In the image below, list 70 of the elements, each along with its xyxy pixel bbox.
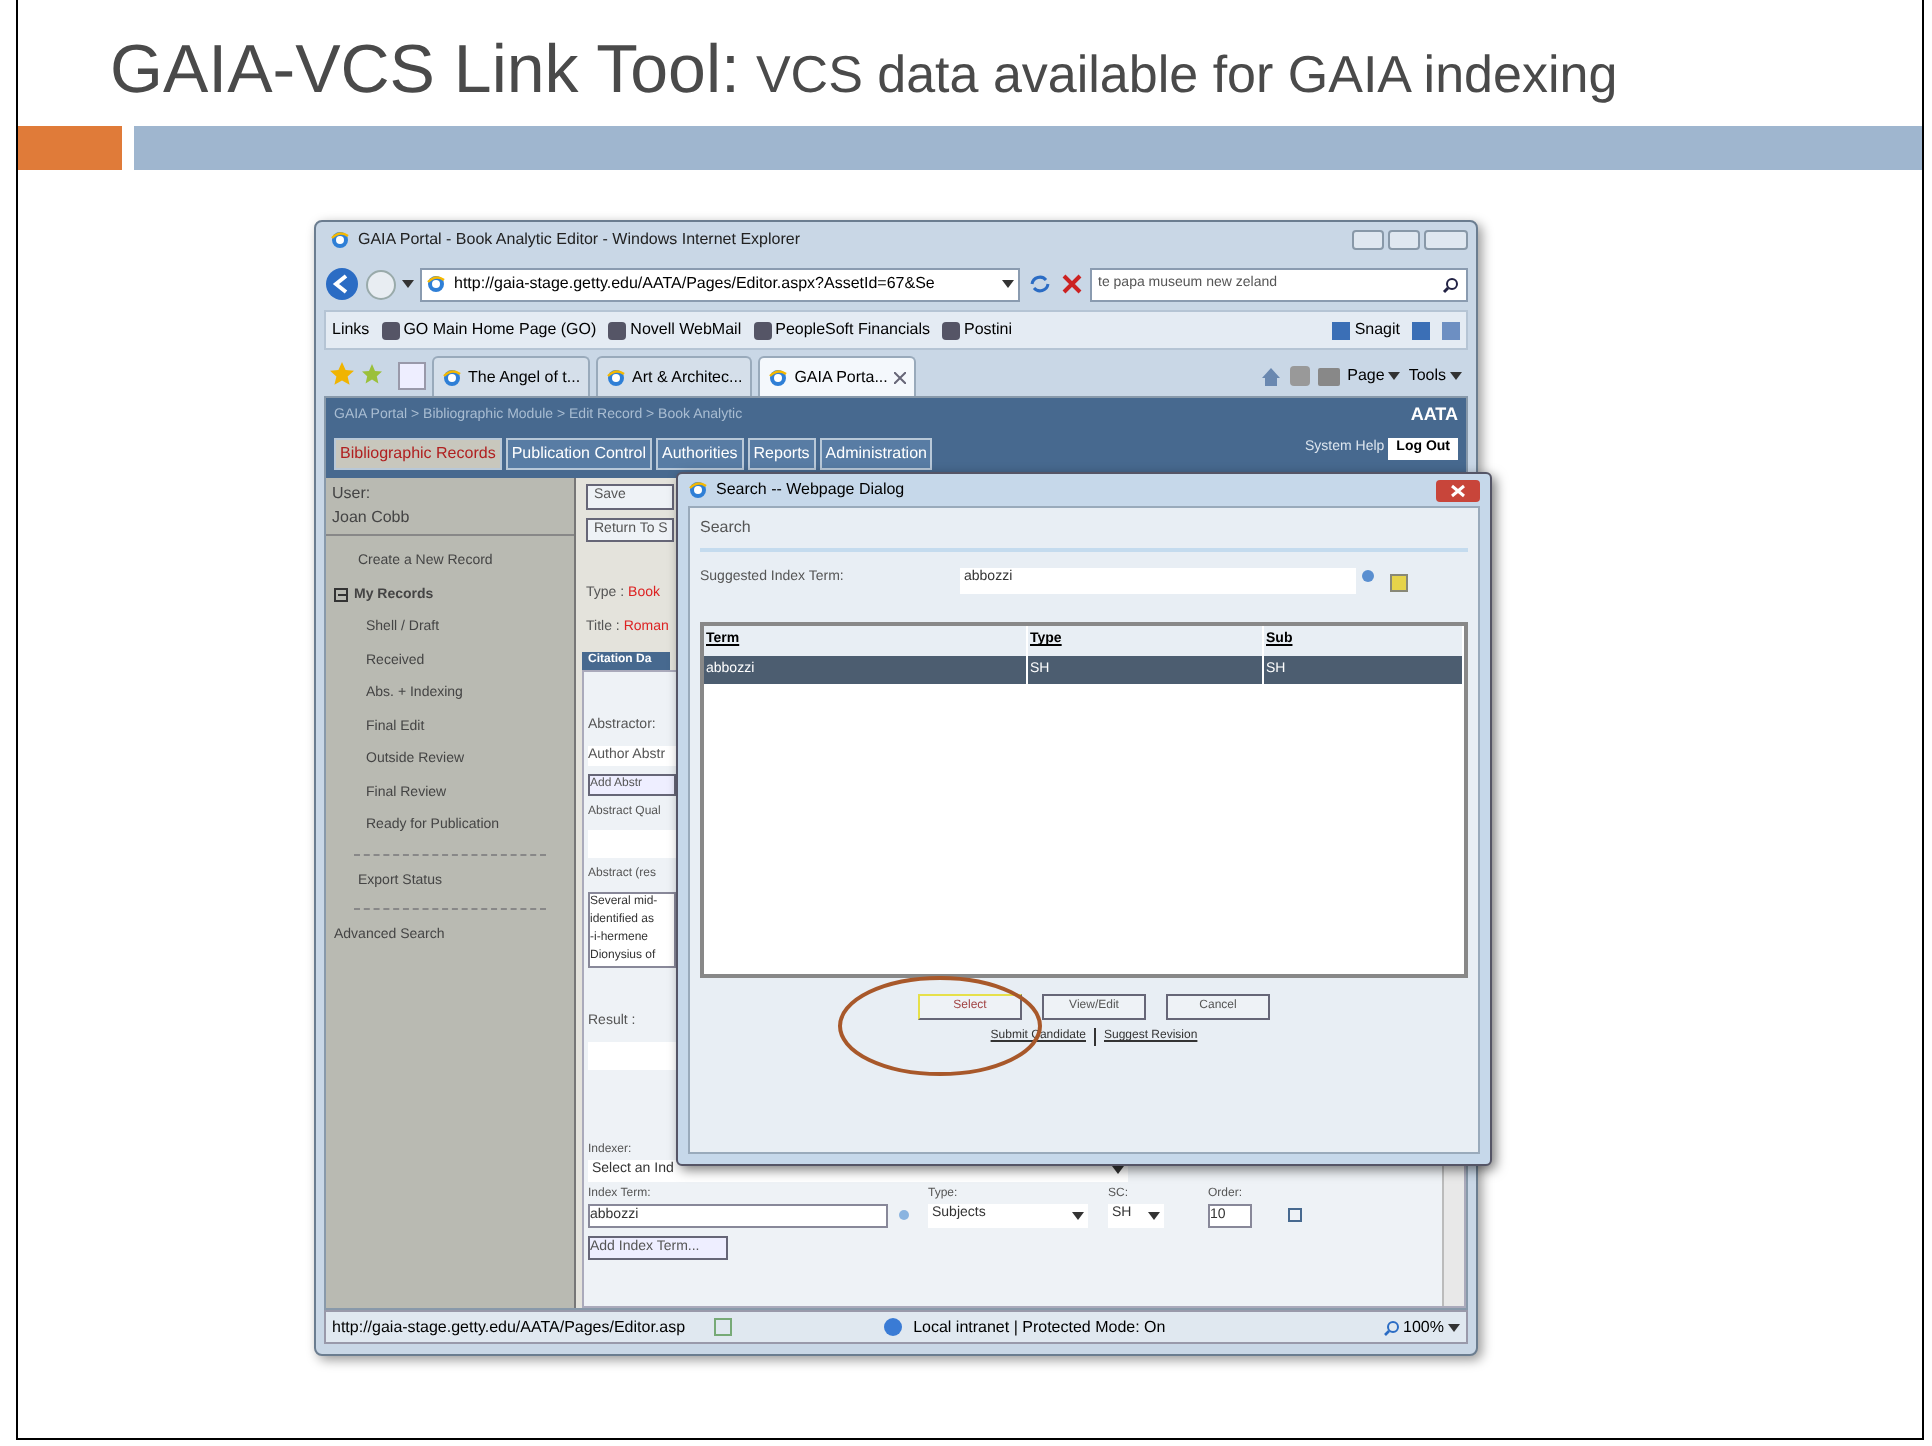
user-label: User: (332, 482, 373, 506)
maximize-button[interactable] (1388, 230, 1420, 250)
quick-tabs-icon[interactable] (398, 362, 426, 390)
remove-icon[interactable] (1288, 1208, 1302, 1222)
favorites-star-icon[interactable] (330, 362, 354, 386)
caret-icon (1072, 1211, 1084, 1219)
close-tab-icon[interactable] (893, 371, 906, 383)
browser-logo-icon (426, 274, 446, 294)
snagit-icon (1332, 321, 1351, 339)
caret-icon (1002, 280, 1014, 288)
module-tab[interactable]: Bibliographic Records (334, 438, 502, 470)
caret-icon (1448, 1323, 1460, 1331)
browser-logo-icon (330, 230, 350, 250)
browser-logo-icon (768, 367, 789, 387)
feeds-icon[interactable] (1289, 366, 1310, 386)
slide-title: GAIA-VCS Link Tool: (110, 36, 740, 104)
browser-tab[interactable]: Art & Architec... (596, 356, 753, 396)
command-menu[interactable]: Tools (1408, 364, 1462, 388)
help-icon[interactable] (1390, 574, 1408, 592)
module-tab[interactable]: Authorities (655, 438, 744, 470)
favorite-link[interactable]: Postini (942, 318, 1013, 342)
caret-icon (1450, 372, 1462, 380)
result-field[interactable] (588, 1041, 676, 1069)
history-caret-icon (402, 280, 414, 288)
command-menu[interactable]: Page (1347, 364, 1401, 388)
accent-bar (18, 126, 122, 170)
caret-icon (1148, 1211, 1160, 1219)
refresh-icon[interactable] (1026, 270, 1054, 298)
magnifier-icon (1383, 1319, 1400, 1335)
favorite-link[interactable]: Novell WebMail (608, 318, 742, 342)
browser-logo-icon (606, 367, 627, 387)
forward-icon[interactable] (366, 269, 396, 299)
minimize-button[interactable] (1352, 230, 1384, 250)
browser-tab[interactable]: GAIA Porta... (758, 356, 916, 396)
site-icon (381, 321, 400, 339)
snagit-button[interactable]: Snagit (1332, 318, 1400, 342)
window-title: GAIA Portal - Book Analytic Editor - Windows Internet Explorer (358, 228, 800, 252)
status-icon (713, 1318, 732, 1336)
user-name: Joan Cobb (332, 506, 412, 530)
zoom-level[interactable]: 100% (1383, 1315, 1460, 1339)
module-tab[interactable]: Administration (819, 438, 933, 470)
caret-icon (1388, 372, 1401, 380)
site-icon (942, 321, 960, 339)
collapse-icon[interactable] (334, 588, 348, 603)
site-logo: AATA (1410, 402, 1458, 429)
dialog-heading: Search (700, 508, 1468, 552)
dialog-title: Search -- Webpage Dialog (716, 478, 905, 502)
browser-tab[interactable]: The Angel of t... (432, 356, 591, 396)
zone-icon (883, 1318, 902, 1336)
add-favorite-icon[interactable] (360, 362, 384, 386)
favorite-link[interactable]: PeopleSoft Financials (753, 318, 930, 342)
stop-icon[interactable] (1060, 272, 1084, 296)
slide-subtitle: VCS data available for GAIA indexing (755, 48, 1618, 100)
print-icon[interactable] (1317, 367, 1340, 385)
close-button[interactable] (1424, 230, 1468, 250)
browser-logo-icon (442, 367, 462, 387)
browser-logo-icon (688, 480, 708, 500)
close-button[interactable] (1436, 479, 1480, 501)
module-tab[interactable]: Publication Control (505, 438, 652, 470)
home-icon[interactable] (1259, 365, 1282, 387)
module-tab[interactable]: Reports (747, 438, 816, 470)
status-url: http://gaia-stage.getty.edu/AATA/Pages/Editor.asp (332, 1315, 686, 1339)
favorite-link[interactable]: GO Main Home Page (GO) (381, 318, 597, 342)
back-icon[interactable] (324, 266, 360, 302)
site-icon (753, 321, 772, 339)
site-icon (608, 321, 627, 339)
links-label: Links (332, 318, 370, 342)
address-field[interactable]: http://gaia-stage.getty.edu/AATA/Pages/Editor.aspx?AssetId=67&Se (420, 267, 1020, 301)
security-zone: Local intranet | Protected Mode: On (913, 1315, 1166, 1339)
quality-field[interactable] (588, 830, 676, 858)
